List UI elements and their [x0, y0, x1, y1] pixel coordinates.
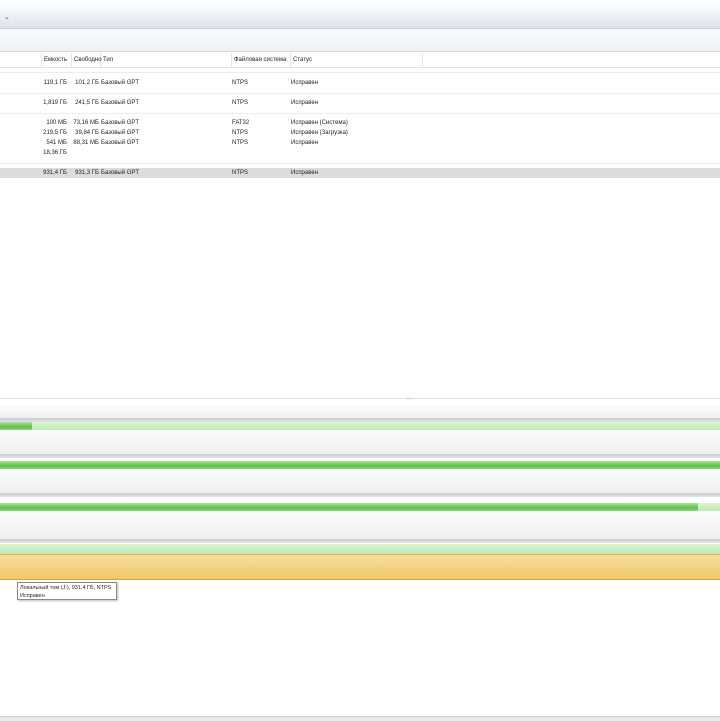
disk-1-used-fill	[0, 422, 33, 430]
filesystem-cell: NTPS	[232, 80, 249, 86]
status-cell: Исправен (Загрузка)	[291, 130, 348, 136]
capacity-cell: 18,36 ГБ	[43, 150, 67, 156]
type-cell: Базовый GPT	[101, 120, 140, 126]
capacity-cell: 100 МБ	[46, 120, 67, 126]
status-cell: Исправен	[291, 100, 319, 106]
filesystem-cell: NTPS	[232, 170, 249, 176]
type-cell: Базовый GPT	[101, 140, 140, 146]
capacity-cell: 541 МБ	[46, 140, 67, 146]
disk-2-header-strip	[0, 454, 720, 458]
table-row[interactable]: 219,5 ГБ 39,84 ГБ Базовый GPT NTPS Испра…	[0, 128, 720, 138]
chevron-down-icon[interactable]: ⌄	[4, 14, 12, 22]
disk-3-volume-bar[interactable]	[0, 503, 720, 511]
toolbar	[0, 29, 720, 52]
title-bar	[0, 0, 720, 29]
column-header-status[interactable]: Статус	[291, 53, 423, 67]
table-row[interactable]: 1,819 ГБ 241,5 ГБ Базовый GPT NTPS Испра…	[0, 98, 720, 108]
volume-tooltip: Локальный том (J:), 931,4 ГБ, NTPS Испра…	[17, 582, 117, 600]
disk-panel-3-body[interactable]	[0, 511, 720, 539]
free-cell: 88,31 МБ	[73, 140, 99, 146]
type-cell: Базовый GPT	[101, 130, 140, 136]
disk-panel-1-body[interactable]	[0, 430, 720, 454]
status-cell: Исправен	[291, 170, 319, 176]
tooltip-line-2: Исправен	[20, 593, 45, 599]
type-cell: Базовый GPT	[101, 170, 140, 176]
capacity-cell: 931,4 ГБ	[43, 170, 67, 176]
disk-2-volume-bar[interactable]	[0, 461, 720, 469]
disk-4-volume-bar[interactable]	[0, 544, 720, 554]
free-cell: 73,16 МБ	[73, 120, 99, 126]
volume-list-header: Емкость Свободно Тип Файловая система Ст…	[0, 53, 720, 68]
type-cell: Базовый GPT	[101, 80, 140, 86]
splitter-grip-icon[interactable]: ⋯	[406, 396, 416, 403]
table-row[interactable]: 100 МБ 73,16 МБ Базовый GPT FAT32 Исправ…	[0, 118, 720, 128]
table-row-selected[interactable]: 931,4 ГБ 931,3 ГБ Базовый GPT NTPS Испра…	[0, 168, 720, 178]
free-cell: 101,2 ГБ	[75, 80, 99, 86]
capacity-cell: 219,5 ГБ	[43, 130, 67, 136]
free-cell: 39,84 ГБ	[75, 130, 99, 136]
status-bar	[0, 716, 720, 721]
filesystem-cell: NTPS	[232, 140, 249, 146]
column-header-free[interactable]: Свободно	[72, 53, 102, 67]
status-cell: Исправен	[291, 80, 319, 86]
filesystem-cell: NTPS	[232, 100, 249, 106]
disk-panel-2-body[interactable]	[0, 469, 720, 493]
selected-volume-block[interactable]	[0, 554, 720, 580]
column-header-layout[interactable]	[0, 53, 42, 67]
capacity-cell: 1,819 ГБ	[43, 100, 67, 106]
column-header-capacity[interactable]: Емкость	[42, 53, 72, 67]
table-row[interactable]: 541 МБ 88,31 МБ Базовый GPT NTPS Исправе…	[0, 138, 720, 148]
status-cell: Исправен (Система)	[291, 120, 348, 126]
filesystem-cell: NTPS	[232, 130, 249, 136]
column-header-filesystem[interactable]: Файловая система	[232, 53, 291, 67]
table-row[interactable]: 119,1 ГБ 101,2 ГБ Базовый GPT NTPS Испра…	[0, 78, 720, 88]
free-cell: 931,3 ГБ	[75, 170, 99, 176]
type-cell: Базовый GPT	[101, 100, 140, 106]
disk-3-header-strip	[0, 493, 720, 497]
status-cell: Исправен	[291, 140, 319, 146]
capacity-cell: 119,1 ГБ	[43, 80, 67, 86]
pane-splitter[interactable]	[0, 398, 720, 405]
disk-4-header-strip	[0, 539, 720, 543]
free-cell: 241,5 ГБ	[75, 100, 99, 106]
disk-panel-1-top	[0, 406, 720, 418]
filesystem-cell: FAT32	[232, 120, 250, 126]
table-row[interactable]: 18,36 ГБ	[0, 148, 720, 158]
tooltip-line-1: Локальный том (J:), 931,4 ГБ, NTPS	[20, 585, 112, 591]
column-header-type[interactable]: Тип	[101, 53, 232, 67]
disk-3-used-fill	[0, 503, 699, 511]
disk-1-volume-bar[interactable]	[0, 422, 720, 430]
